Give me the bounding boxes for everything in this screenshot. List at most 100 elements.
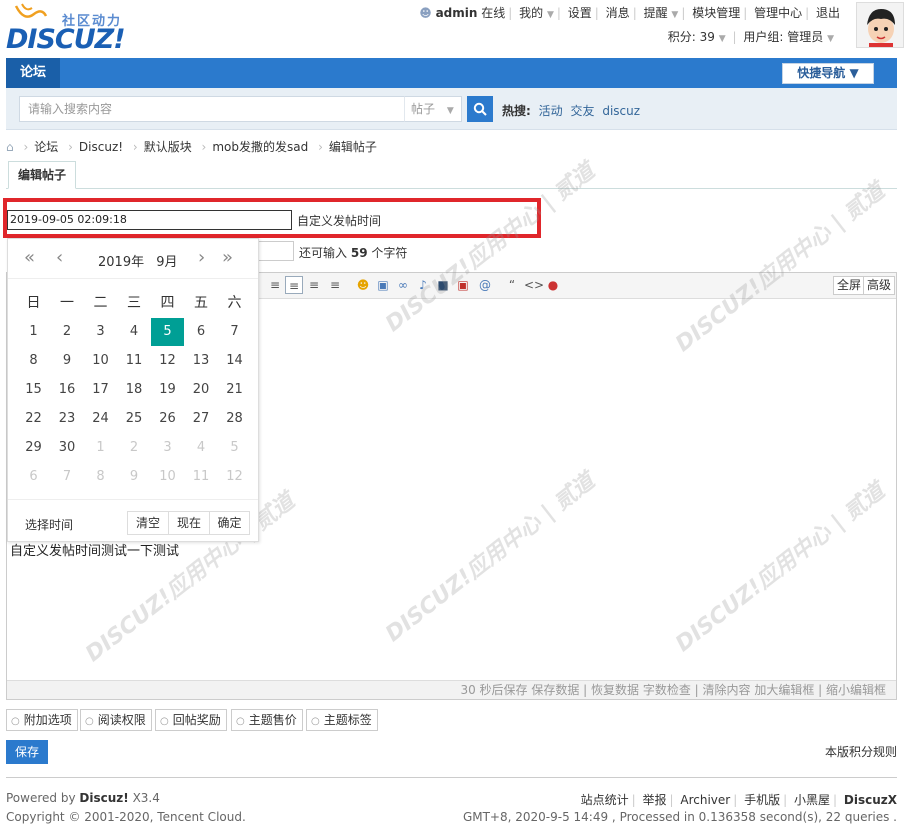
align-center-icon[interactable]: ≡ <box>305 276 323 294</box>
admin-center-link[interactable]: 管理中心 <box>754 6 802 20</box>
calendar-day[interactable]: 28 <box>218 405 251 433</box>
calendar-day[interactable]: 24 <box>84 405 117 433</box>
username-link[interactable]: admin <box>436 6 478 20</box>
qq-icon[interactable]: ● <box>544 276 562 294</box>
calendar-day[interactable]: 13 <box>185 347 218 375</box>
align-right-icon[interactable]: ≡ <box>326 276 344 294</box>
quick-nav-button[interactable]: 快捷导航 ▼ <box>782 63 874 84</box>
breadcrumb-item[interactable]: mob发撒的发sad <box>212 140 308 154</box>
footer-link[interactable]: 手机版 <box>744 793 780 807</box>
calendar-day[interactable]: 10 <box>151 463 184 491</box>
discuz-logo[interactable]: 社区动力 DISCUZ! <box>6 2 146 55</box>
flash-icon[interactable]: ▣ <box>454 276 472 294</box>
read-permission-button[interactable]: ○ 阅读权限 <box>80 709 152 731</box>
now-button[interactable]: 现在 <box>168 511 210 535</box>
footer-brand-link[interactable]: DiscuzX <box>844 793 897 807</box>
prev-year-icon[interactable]: « <box>24 247 35 268</box>
calendar-day[interactable]: 21 <box>218 376 251 404</box>
hot-word-link[interactable]: 活动 <box>539 104 563 118</box>
footer-link[interactable]: 小黑屋 <box>794 793 830 807</box>
calendar-day[interactable]: 8 <box>17 347 50 375</box>
my-menu[interactable]: 我的 <box>519 6 543 20</box>
save-button[interactable]: 保存 <box>6 740 48 764</box>
settings-link[interactable]: 设置 <box>568 6 592 20</box>
calendar-day[interactable]: 12 <box>151 347 184 375</box>
calendar-day[interactable]: 17 <box>84 376 117 404</box>
fullscreen-button[interactable]: 全屏 <box>833 276 866 295</box>
calendar-day[interactable]: 7 <box>51 463 84 491</box>
clear-button[interactable]: 清空 <box>127 511 169 535</box>
calendar-day[interactable]: 25 <box>118 405 151 433</box>
choose-time-link[interactable]: 选择时间 <box>25 516 73 533</box>
thread-tags-button[interactable]: ○ 主题标签 <box>306 709 378 731</box>
calendar-day[interactable]: 26 <box>151 405 184 433</box>
powered-brand-link[interactable]: Discuz! <box>79 791 128 805</box>
next-year-icon[interactable]: » <box>222 247 233 268</box>
nav-forum-tab[interactable]: 论坛 <box>6 58 60 88</box>
calendar-day[interactable]: 20 <box>185 376 218 404</box>
search-input[interactable]: 请输入搜索内容 <box>19 96 405 122</box>
calendar-day[interactable]: 3 <box>151 434 184 462</box>
calendar-day[interactable]: 4 <box>118 318 151 346</box>
calendar-day[interactable]: 4 <box>185 434 218 462</box>
breadcrumb-item[interactable]: Discuz! <box>79 140 123 154</box>
calendar-day[interactable]: 30 <box>51 434 84 462</box>
code-icon[interactable]: <> <box>524 276 544 294</box>
calendar-day[interactable]: 5 <box>151 318 184 346</box>
calendar-day[interactable]: 29 <box>17 434 50 462</box>
image-icon[interactable]: ▣ <box>374 276 392 294</box>
reply-reward-button[interactable]: ○ 回帖奖励 <box>155 709 227 731</box>
calendar-day[interactable]: 2 <box>118 434 151 462</box>
calendar-day[interactable]: 11 <box>118 347 151 375</box>
editor-content[interactable]: 自定义发帖时间测试一下测试 <box>10 540 179 559</box>
calendar-day[interactable]: 9 <box>118 463 151 491</box>
calendar-day[interactable]: 22 <box>17 405 50 433</box>
calendar-day[interactable]: 15 <box>17 376 50 404</box>
quote-icon[interactable]: “ <box>503 276 521 294</box>
confirm-button[interactable]: 确定 <box>209 511 250 535</box>
calendar-month[interactable]: 9月 <box>156 255 177 270</box>
at-mention-icon[interactable]: @ <box>476 276 494 294</box>
home-icon[interactable]: ⌂ <box>6 140 14 154</box>
breadcrumb-item[interactable]: 论坛 <box>34 140 58 154</box>
usergroup-menu[interactable]: 用户组: 管理员 <box>743 30 823 44</box>
calendar-day[interactable]: 1 <box>17 318 50 346</box>
calendar-day[interactable]: 3 <box>84 318 117 346</box>
music-icon[interactable]: ♪ <box>414 276 432 294</box>
search-type-select[interactable]: 帖子 ▼ <box>404 96 462 122</box>
calendar-day[interactable]: 18 <box>118 376 151 404</box>
calendar-day[interactable]: 23 <box>51 405 84 433</box>
calendar-day[interactable]: 11 <box>185 463 218 491</box>
calendar-day[interactable]: 8 <box>84 463 117 491</box>
calendar-day[interactable]: 9 <box>51 347 84 375</box>
hot-word-link[interactable]: 交友 <box>570 104 594 118</box>
calendar-day[interactable]: 7 <box>218 318 251 346</box>
calendar-day[interactable]: 19 <box>151 376 184 404</box>
hot-word-link[interactable]: discuz <box>602 104 640 118</box>
breadcrumb-item[interactable]: 默认版块 <box>144 140 192 154</box>
calendar-day[interactable]: 1 <box>84 434 117 462</box>
calendar-day[interactable]: 14 <box>218 347 251 375</box>
smiley-icon[interactable]: ☻ <box>354 276 372 294</box>
calendar-day[interactable]: 12 <box>218 463 251 491</box>
calendar-day[interactable]: 6 <box>17 463 50 491</box>
calendar-day[interactable]: 5 <box>218 434 251 462</box>
extra-options-button[interactable]: ○ 附加选项 <box>6 709 78 731</box>
video-icon[interactable]: ■ <box>434 276 452 294</box>
points-menu[interactable]: 积分: 39 <box>668 30 715 44</box>
avatar[interactable] <box>856 2 904 48</box>
module-admin-link[interactable]: 模块管理 <box>692 6 740 20</box>
calendar-day[interactable]: 2 <box>51 318 84 346</box>
calendar-day[interactable]: 10 <box>84 347 117 375</box>
calendar-day[interactable]: 6 <box>185 318 218 346</box>
search-button[interactable] <box>467 96 493 122</box>
rules-link[interactable]: 本版积分规则 <box>825 743 897 760</box>
attachment-icon[interactable]: ∞ <box>394 276 412 294</box>
footer-link[interactable]: 站点统计 <box>581 793 629 807</box>
messages-link[interactable]: 消息 <box>606 6 630 20</box>
advanced-button[interactable]: 高级 <box>863 276 896 295</box>
footer-link[interactable]: Archiver <box>680 793 730 807</box>
logout-link[interactable]: 退出 <box>816 6 840 20</box>
align-left-icon[interactable]: ≡ <box>266 276 284 294</box>
prev-month-icon[interactable]: ‹ <box>56 247 63 268</box>
